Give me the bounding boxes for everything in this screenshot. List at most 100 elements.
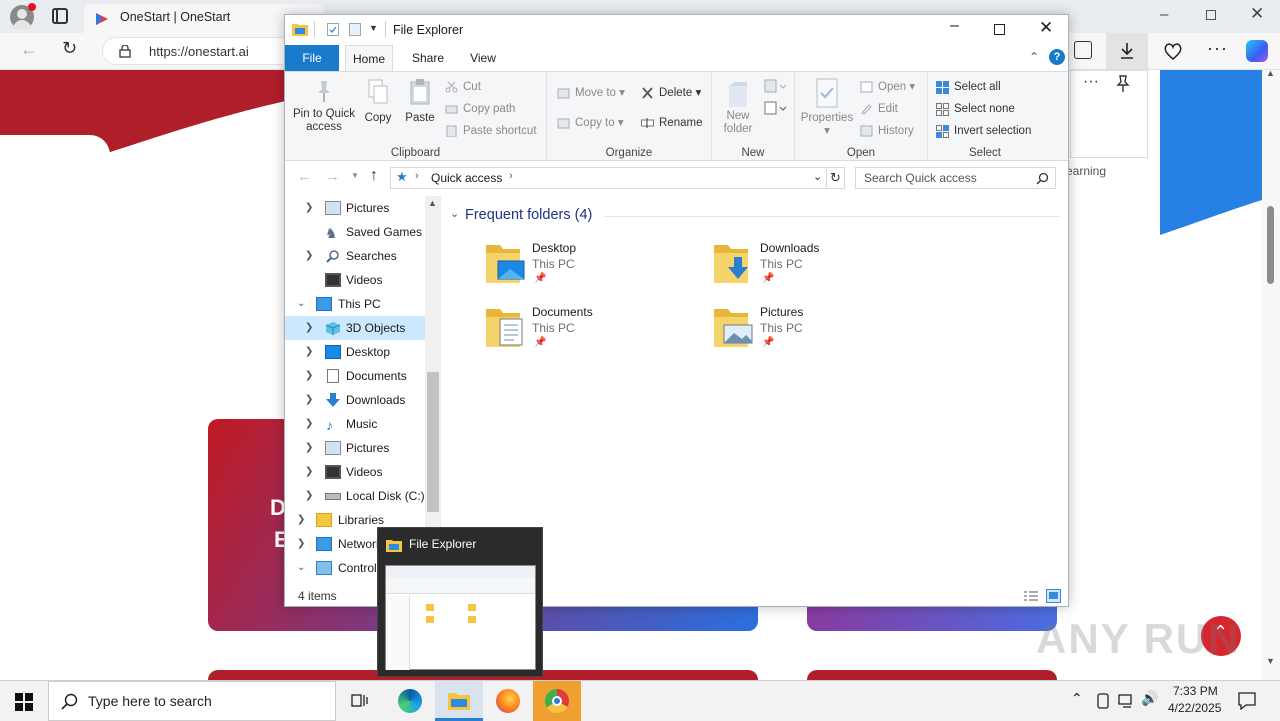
recent-locations-icon[interactable]: ▼ <box>351 171 359 180</box>
copy-button[interactable]: Copy <box>361 78 395 125</box>
clock-date[interactable]: 4/22/2025 <box>1168 701 1221 715</box>
maximize-icon[interactable] <box>994 24 1005 35</box>
navigation-scrollbar-thumb[interactable] <box>427 372 439 512</box>
tree-item-documents[interactable]: ❯ Documents <box>285 364 425 388</box>
network-icon[interactable] <box>1118 693 1136 709</box>
paste-button[interactable]: Paste <box>401 78 439 125</box>
new-folder-qat-icon[interactable] <box>349 23 361 36</box>
minimize-icon[interactable]: – <box>950 17 959 35</box>
tree-item-searches[interactable]: ❯ Searches <box>285 244 425 268</box>
side-more-icon[interactable]: ··· <box>1083 73 1099 91</box>
tree-item-local-disk[interactable]: ❯ Local Disk (C:) <box>285 484 425 508</box>
copy-path-button[interactable]: Copy path <box>445 100 515 118</box>
volume-icon[interactable]: 🔊 <box>1141 690 1158 707</box>
ribbon-tabs: File Home Share View ⌃ ? <box>285 45 1068 72</box>
tree-item-this-pc[interactable]: ⌄ This PC <box>285 292 425 316</box>
open-button[interactable]: Open ▾ <box>860 78 915 96</box>
tree-item-3d-objects[interactable]: ❯ 3D Objects <box>285 316 425 340</box>
tree-item-desktop[interactable]: ❯ Desktop <box>285 340 425 364</box>
windows-start-icon[interactable] <box>15 693 33 711</box>
tab-home[interactable]: Home <box>345 45 393 72</box>
address-dropdown-icon[interactable]: ⌄ <box>813 170 822 183</box>
invert-selection-button[interactable]: Invert selection <box>936 122 1031 140</box>
pin-quick-access-button[interactable]: Pin to Quick access <box>289 78 359 134</box>
taskbar-edge[interactable] <box>386 681 434 721</box>
history-button[interactable]: History <box>860 122 914 140</box>
restore-browser-icon[interactable] <box>1206 10 1216 20</box>
address-box[interactable]: ★ › Quick access › ⌄ <box>390 167 827 189</box>
move-to-button[interactable]: Move to ▾ <box>557 84 625 102</box>
search-box[interactable]: Search Quick access <box>855 167 1056 189</box>
folder-desktop[interactable]: Desktop This PC 📌 <box>486 241 686 297</box>
tree-item-videos-pc[interactable]: ❯ Videos <box>285 460 425 484</box>
show-hidden-icons-chevron-icon[interactable]: ⌃ <box>1071 690 1083 707</box>
page-scrollbar-thumb[interactable] <box>1267 206 1274 284</box>
more-options-icon[interactable]: ··· <box>1207 38 1228 59</box>
customize-qat-icon[interactable]: ▼ <box>369 23 378 33</box>
page-scrollbar[interactable]: ▲ ▼ <box>1262 68 1280 680</box>
tab-title: OneStart | OneStart <box>120 10 231 24</box>
folder-downloads[interactable]: Downloads This PC 📌 <box>714 241 914 297</box>
up-arrow-icon[interactable]: ↑ <box>370 167 378 185</box>
copilot-icon[interactable] <box>1246 40 1268 62</box>
edit-button[interactable]: Edit <box>860 100 898 118</box>
taskbar-onestart[interactable] <box>533 681 581 721</box>
cut-button[interactable]: Cut <box>445 78 481 96</box>
device-icon[interactable] <box>1096 693 1110 709</box>
paste-shortcut-button[interactable]: Paste shortcut <box>445 122 537 140</box>
address-bar[interactable]: https://onestart.ai <box>102 37 302 65</box>
delete-button[interactable]: Delete ▾ <box>641 84 701 102</box>
taskbar-firefox[interactable] <box>484 681 532 721</box>
select-all-button[interactable]: Select all <box>936 78 1001 96</box>
new-item-icon[interactable] <box>763 78 789 94</box>
details-view-icon[interactable] <box>1023 590 1039 603</box>
refresh-icon[interactable]: ↻ <box>62 38 77 59</box>
rename-button[interactable]: Rename <box>641 114 702 132</box>
taskbar-thumbnail-preview[interactable]: File Explorer <box>377 527 543 677</box>
organize-group: Move to ▾ Copy to ▾ Delete ▾ Rename Orga… <box>547 72 712 161</box>
minimize-browser-icon[interactable]: – <box>1160 6 1168 23</box>
downloads-folder-icon <box>714 245 748 283</box>
collapse-group-icon[interactable]: ⌄ <box>450 207 459 220</box>
close-icon[interactable]: ✕ <box>1039 18 1053 38</box>
notifications-icon[interactable] <box>1238 692 1256 710</box>
tree-item-pictures-pc[interactable]: ❯ Pictures <box>285 436 425 460</box>
properties-button[interactable]: Properties ▾ <box>799 78 855 138</box>
downloads-button[interactable] <box>1106 33 1148 69</box>
folder-pictures[interactable]: Pictures This PC 📌 <box>714 305 914 361</box>
tree-item-music[interactable]: ❯ ♪ Music <box>285 412 425 436</box>
tab-view[interactable]: View <box>459 45 507 71</box>
pin-icon[interactable] <box>1115 75 1131 93</box>
browser-essentials-icon[interactable] <box>1163 42 1183 60</box>
help-icon[interactable]: ? <box>1049 49 1065 65</box>
taskbar-file-explorer[interactable] <box>435 681 483 721</box>
tree-item-downloads[interactable]: ❯ Downloads <box>285 388 425 412</box>
copy-to-button[interactable]: Copy to ▾ <box>557 114 624 132</box>
tab-file[interactable]: File <box>285 45 339 71</box>
back-arrow-icon[interactable]: ← <box>20 39 38 60</box>
tree-item-saved-games[interactable]: ♞ Saved Games <box>285 220 425 244</box>
clock-time[interactable]: 7:33 PM <box>1173 684 1218 698</box>
task-view-button[interactable] <box>336 681 384 721</box>
tab-actions-icon[interactable] <box>52 8 68 24</box>
collections-icon[interactable] <box>1074 41 1092 59</box>
tree-item-pictures-user[interactable]: ❯ Pictures <box>285 196 425 220</box>
tree-item-videos-user[interactable]: Videos <box>285 268 425 292</box>
refresh-button[interactable]: ↻ <box>827 167 845 189</box>
collapse-ribbon-icon[interactable]: ⌃ <box>1029 50 1039 64</box>
frequent-folders-header[interactable]: Frequent folders (4) <box>465 207 592 223</box>
new-folder-button[interactable]: New folder <box>716 80 760 136</box>
easy-access-icon[interactable] <box>763 100 789 116</box>
forward-icon[interactable]: → <box>325 168 340 185</box>
tab-share[interactable]: Share <box>403 45 453 71</box>
profile-avatar[interactable] <box>10 3 36 29</box>
task-view-icon <box>351 694 368 707</box>
close-browser-icon[interactable]: ✕ <box>1250 4 1264 24</box>
copy-to-icon <box>557 117 570 129</box>
taskbar-search-box[interactable]: Type here to search <box>48 681 336 721</box>
properties-qat-icon[interactable] <box>327 23 339 36</box>
large-icons-view-icon[interactable] <box>1046 589 1061 603</box>
back-icon[interactable]: ← <box>297 168 312 185</box>
select-none-button[interactable]: Select none <box>936 100 1015 118</box>
folder-documents[interactable]: Documents This PC 📌 <box>486 305 686 361</box>
